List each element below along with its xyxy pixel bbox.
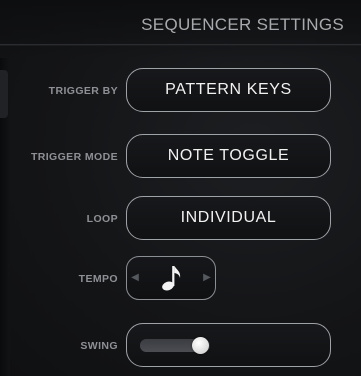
tempo-label: TEMPO [78,273,118,285]
panel-header: SEQUENCER SETTINGS [0,0,361,58]
trigger-mode-selector[interactable]: NOTE TOGGLE [126,134,331,178]
sequencer-settings-panel: SEQUENCER SETTINGS TRIGGER BY PATTERN KE… [0,0,361,376]
tempo-next-arrow[interactable]: ▶ [202,272,212,284]
panel-title: SEQUENCER SETTINGS [141,15,344,34]
eighth-note-icon [162,266,181,291]
swing-label: SWING [80,340,118,352]
tempo-prev-arrow[interactable]: ◀ [130,272,140,284]
swing-slider-track[interactable] [140,337,210,354]
trigger-by-selector[interactable]: PATTERN KEYS [126,68,331,112]
tempo-selector[interactable]: ◀ ▶ [126,256,216,300]
trigger-mode-label: TRIGGER MODE [30,151,118,163]
loop-label: LOOP [86,213,118,225]
swing-slider-knob[interactable] [192,337,209,354]
loop-selector[interactable]: INDIVIDUAL [126,196,331,240]
swing-control [126,323,331,367]
loop-value: INDIVIDUAL [180,209,277,226]
trigger-mode-value: NOTE TOGGLE [167,147,290,164]
swing-slider-fill [140,339,200,352]
trigger-by-label: TRIGGER BY [48,85,118,97]
trigger-by-value: PATTERN KEYS [165,81,292,98]
panel-side-tab [0,70,8,118]
header-divider-shadow [0,45,361,46]
